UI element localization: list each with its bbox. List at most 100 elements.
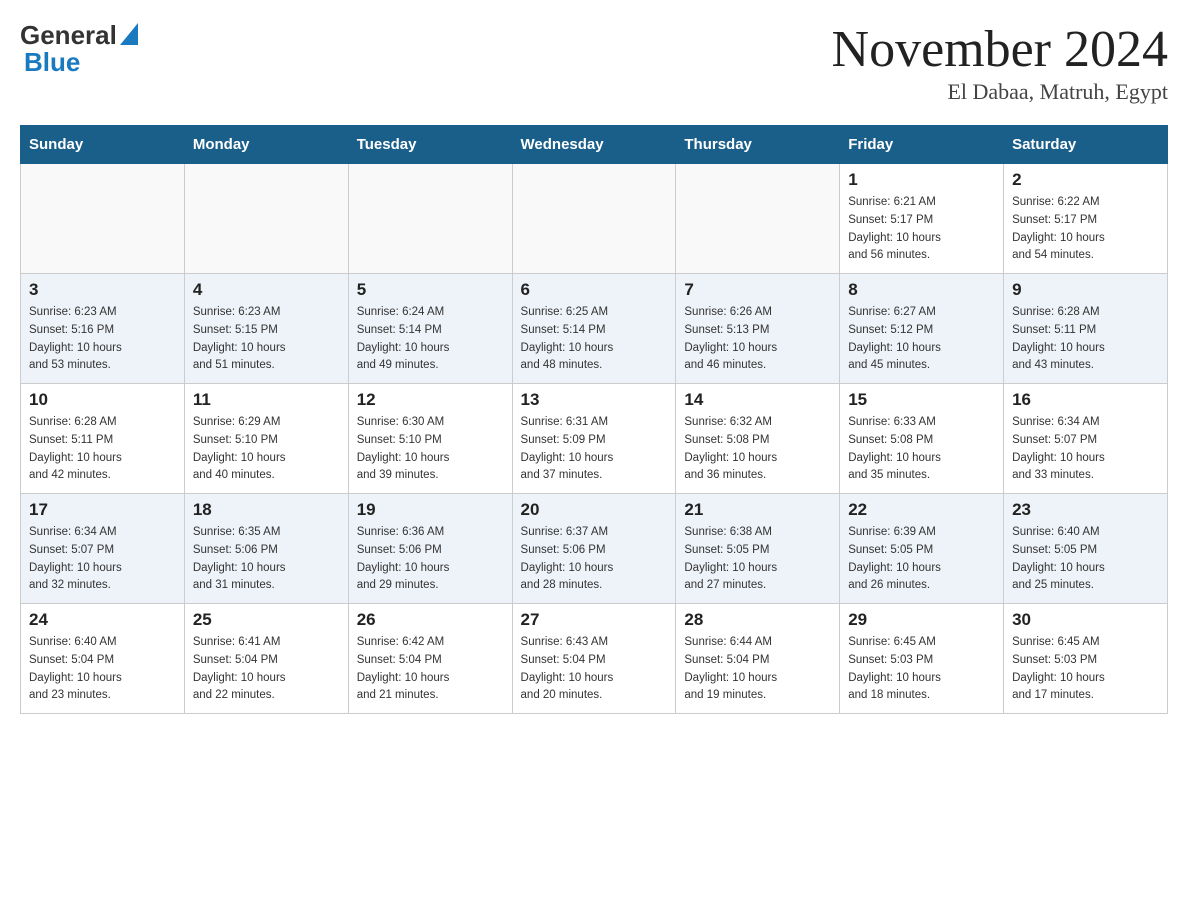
day-number: 21 bbox=[684, 500, 831, 520]
calendar-cell: 16 Sunrise: 6:34 AM Sunset: 5:07 PM Dayli… bbox=[1004, 384, 1168, 494]
calendar-cell: 14 Sunrise: 6:32 AM Sunset: 5:08 PM Dayli… bbox=[676, 384, 840, 494]
calendar-cell: 17Sunrise: 6:34 AM Sunset: 5:07 PM Dayli… bbox=[21, 494, 185, 604]
day-number: 3 bbox=[29, 280, 176, 300]
day-number: 17 bbox=[29, 500, 176, 520]
day-number: 15 bbox=[848, 390, 995, 410]
month-title: November 2024 bbox=[832, 20, 1168, 79]
calendar-cell: 30Sunrise: 6:45 AM Sunset: 5:03 PM Dayli… bbox=[1004, 604, 1168, 714]
day-number: 28 bbox=[684, 610, 831, 630]
calendar-cell: 15 Sunrise: 6:33 AM Sunset: 5:08 PM Dayli… bbox=[840, 384, 1004, 494]
calendar-cell: 5Sunrise: 6:24 AM Sunset: 5:14 PM Daylig… bbox=[348, 274, 512, 384]
calendar-header-wednesday: Wednesday bbox=[512, 126, 676, 164]
day-info: Sunrise: 6:42 AM Sunset: 5:04 PM Dayligh… bbox=[357, 634, 504, 705]
day-number: 2 bbox=[1012, 170, 1159, 190]
calendar-cell bbox=[348, 164, 512, 274]
day-number: 4 bbox=[193, 280, 340, 300]
day-number: 11 bbox=[193, 390, 340, 410]
day-number: 7 bbox=[684, 280, 831, 300]
calendar-cell bbox=[676, 164, 840, 274]
day-number: 26 bbox=[357, 610, 504, 630]
calendar-cell bbox=[512, 164, 676, 274]
day-number: 5 bbox=[357, 280, 504, 300]
day-number: 20 bbox=[521, 500, 668, 520]
calendar-week-row: 10 Sunrise: 6:28 AM Sunset: 5:11 PM Dayli… bbox=[21, 384, 1168, 494]
logo-triangle-icon bbox=[120, 23, 138, 50]
day-number: 16 bbox=[1012, 390, 1159, 410]
day-info: Sunrise: 6:38 AM Sunset: 5:05 PM Dayligh… bbox=[684, 524, 831, 595]
calendar-week-row: 24 Sunrise: 6:40 AM Sunset: 5:04 PM Dayli… bbox=[21, 604, 1168, 714]
calendar-header-monday: Monday bbox=[184, 126, 348, 164]
calendar-cell: 1 Sunrise: 6:21 AM Sunset: 5:17 PM Daylig… bbox=[840, 164, 1004, 274]
calendar-cell: 28 Sunrise: 6:44 AM Sunset: 5:04 PM Dayli… bbox=[676, 604, 840, 714]
calendar-header-friday: Friday bbox=[840, 126, 1004, 164]
day-number: 30 bbox=[1012, 610, 1159, 630]
day-number: 25 bbox=[193, 610, 340, 630]
day-info: Sunrise: 6:33 AM Sunset: 5:08 PM Dayligh… bbox=[848, 414, 995, 485]
calendar-cell: 27 Sunrise: 6:43 AM Sunset: 5:04 PM Dayli… bbox=[512, 604, 676, 714]
calendar-cell: 6Sunrise: 6:25 AM Sunset: 5:14 PM Daylig… bbox=[512, 274, 676, 384]
calendar-cell: 10 Sunrise: 6:28 AM Sunset: 5:11 PM Dayli… bbox=[21, 384, 185, 494]
calendar-cell: 7 Sunrise: 6:26 AM Sunset: 5:13 PM Daylig… bbox=[676, 274, 840, 384]
day-number: 24 bbox=[29, 610, 176, 630]
day-info: Sunrise: 6:30 AM Sunset: 5:10 PM Dayligh… bbox=[357, 414, 504, 485]
day-info: Sunrise: 6:32 AM Sunset: 5:08 PM Dayligh… bbox=[684, 414, 831, 485]
day-info: Sunrise: 6:28 AM Sunset: 5:11 PM Dayligh… bbox=[29, 414, 176, 485]
title-section: November 2024 El Dabaa, Matruh, Egypt bbox=[832, 20, 1168, 105]
day-info: Sunrise: 6:22 AM Sunset: 5:17 PM Dayligh… bbox=[1012, 194, 1159, 265]
day-info: Sunrise: 6:35 AM Sunset: 5:06 PM Dayligh… bbox=[193, 524, 340, 595]
day-number: 14 bbox=[684, 390, 831, 410]
calendar-table: SundayMondayTuesdayWednesdayThursdayFrid… bbox=[20, 125, 1168, 714]
calendar-cell: 25Sunrise: 6:41 AM Sunset: 5:04 PM Dayli… bbox=[184, 604, 348, 714]
day-info: Sunrise: 6:29 AM Sunset: 5:10 PM Dayligh… bbox=[193, 414, 340, 485]
calendar-cell: 29 Sunrise: 6:45 AM Sunset: 5:03 PM Dayli… bbox=[840, 604, 1004, 714]
calendar-header-thursday: Thursday bbox=[676, 126, 840, 164]
day-number: 6 bbox=[521, 280, 668, 300]
calendar-header-sunday: Sunday bbox=[21, 126, 185, 164]
day-number: 29 bbox=[848, 610, 995, 630]
day-info: Sunrise: 6:23 AM Sunset: 5:16 PM Dayligh… bbox=[29, 304, 176, 375]
day-info: Sunrise: 6:34 AM Sunset: 5:07 PM Dayligh… bbox=[1012, 414, 1159, 485]
calendar-cell: 21 Sunrise: 6:38 AM Sunset: 5:05 PM Dayli… bbox=[676, 494, 840, 604]
day-info: Sunrise: 6:23 AM Sunset: 5:15 PM Dayligh… bbox=[193, 304, 340, 375]
calendar-cell: 3 Sunrise: 6:23 AM Sunset: 5:16 PM Daylig… bbox=[21, 274, 185, 384]
calendar-cell bbox=[21, 164, 185, 274]
calendar-cell: 11 Sunrise: 6:29 AM Sunset: 5:10 PM Dayli… bbox=[184, 384, 348, 494]
day-info: Sunrise: 6:40 AM Sunset: 5:04 PM Dayligh… bbox=[29, 634, 176, 705]
calendar-cell: 9Sunrise: 6:28 AM Sunset: 5:11 PM Daylig… bbox=[1004, 274, 1168, 384]
day-info: Sunrise: 6:44 AM Sunset: 5:04 PM Dayligh… bbox=[684, 634, 831, 705]
day-info: Sunrise: 6:26 AM Sunset: 5:13 PM Dayligh… bbox=[684, 304, 831, 375]
day-info: Sunrise: 6:37 AM Sunset: 5:06 PM Dayligh… bbox=[521, 524, 668, 595]
calendar-cell: 26 Sunrise: 6:42 AM Sunset: 5:04 PM Dayli… bbox=[348, 604, 512, 714]
day-number: 10 bbox=[29, 390, 176, 410]
day-info: Sunrise: 6:36 AM Sunset: 5:06 PM Dayligh… bbox=[357, 524, 504, 595]
page-header: General Blue November 2024 El Dabaa, Mat… bbox=[20, 20, 1168, 105]
calendar-cell: 19Sunrise: 6:36 AM Sunset: 5:06 PM Dayli… bbox=[348, 494, 512, 604]
day-number: 23 bbox=[1012, 500, 1159, 520]
calendar-header-row: SundayMondayTuesdayWednesdayThursdayFrid… bbox=[21, 126, 1168, 164]
calendar-week-row: 17Sunrise: 6:34 AM Sunset: 5:07 PM Dayli… bbox=[21, 494, 1168, 604]
calendar-cell: 2 Sunrise: 6:22 AM Sunset: 5:17 PM Daylig… bbox=[1004, 164, 1168, 274]
day-info: Sunrise: 6:27 AM Sunset: 5:12 PM Dayligh… bbox=[848, 304, 995, 375]
calendar-cell: 20 Sunrise: 6:37 AM Sunset: 5:06 PM Dayli… bbox=[512, 494, 676, 604]
day-info: Sunrise: 6:21 AM Sunset: 5:17 PM Dayligh… bbox=[848, 194, 995, 265]
logo-blue-text: Blue bbox=[24, 47, 80, 78]
calendar-cell: 4 Sunrise: 6:23 AM Sunset: 5:15 PM Daylig… bbox=[184, 274, 348, 384]
calendar-cell: 24 Sunrise: 6:40 AM Sunset: 5:04 PM Dayli… bbox=[21, 604, 185, 714]
calendar-cell: 18 Sunrise: 6:35 AM Sunset: 5:06 PM Dayli… bbox=[184, 494, 348, 604]
calendar-cell: 8Sunrise: 6:27 AM Sunset: 5:12 PM Daylig… bbox=[840, 274, 1004, 384]
calendar-cell: 23 Sunrise: 6:40 AM Sunset: 5:05 PM Dayli… bbox=[1004, 494, 1168, 604]
calendar-header-tuesday: Tuesday bbox=[348, 126, 512, 164]
calendar-cell bbox=[184, 164, 348, 274]
day-info: Sunrise: 6:28 AM Sunset: 5:11 PM Dayligh… bbox=[1012, 304, 1159, 375]
day-number: 18 bbox=[193, 500, 340, 520]
calendar-header-saturday: Saturday bbox=[1004, 126, 1168, 164]
day-number: 1 bbox=[848, 170, 995, 190]
day-info: Sunrise: 6:40 AM Sunset: 5:05 PM Dayligh… bbox=[1012, 524, 1159, 595]
day-number: 12 bbox=[357, 390, 504, 410]
day-info: Sunrise: 6:45 AM Sunset: 5:03 PM Dayligh… bbox=[848, 634, 995, 705]
day-number: 27 bbox=[521, 610, 668, 630]
day-info: Sunrise: 6:31 AM Sunset: 5:09 PM Dayligh… bbox=[521, 414, 668, 485]
day-info: Sunrise: 6:43 AM Sunset: 5:04 PM Dayligh… bbox=[521, 634, 668, 705]
calendar-cell: 12 Sunrise: 6:30 AM Sunset: 5:10 PM Dayli… bbox=[348, 384, 512, 494]
calendar-cell: 13Sunrise: 6:31 AM Sunset: 5:09 PM Dayli… bbox=[512, 384, 676, 494]
